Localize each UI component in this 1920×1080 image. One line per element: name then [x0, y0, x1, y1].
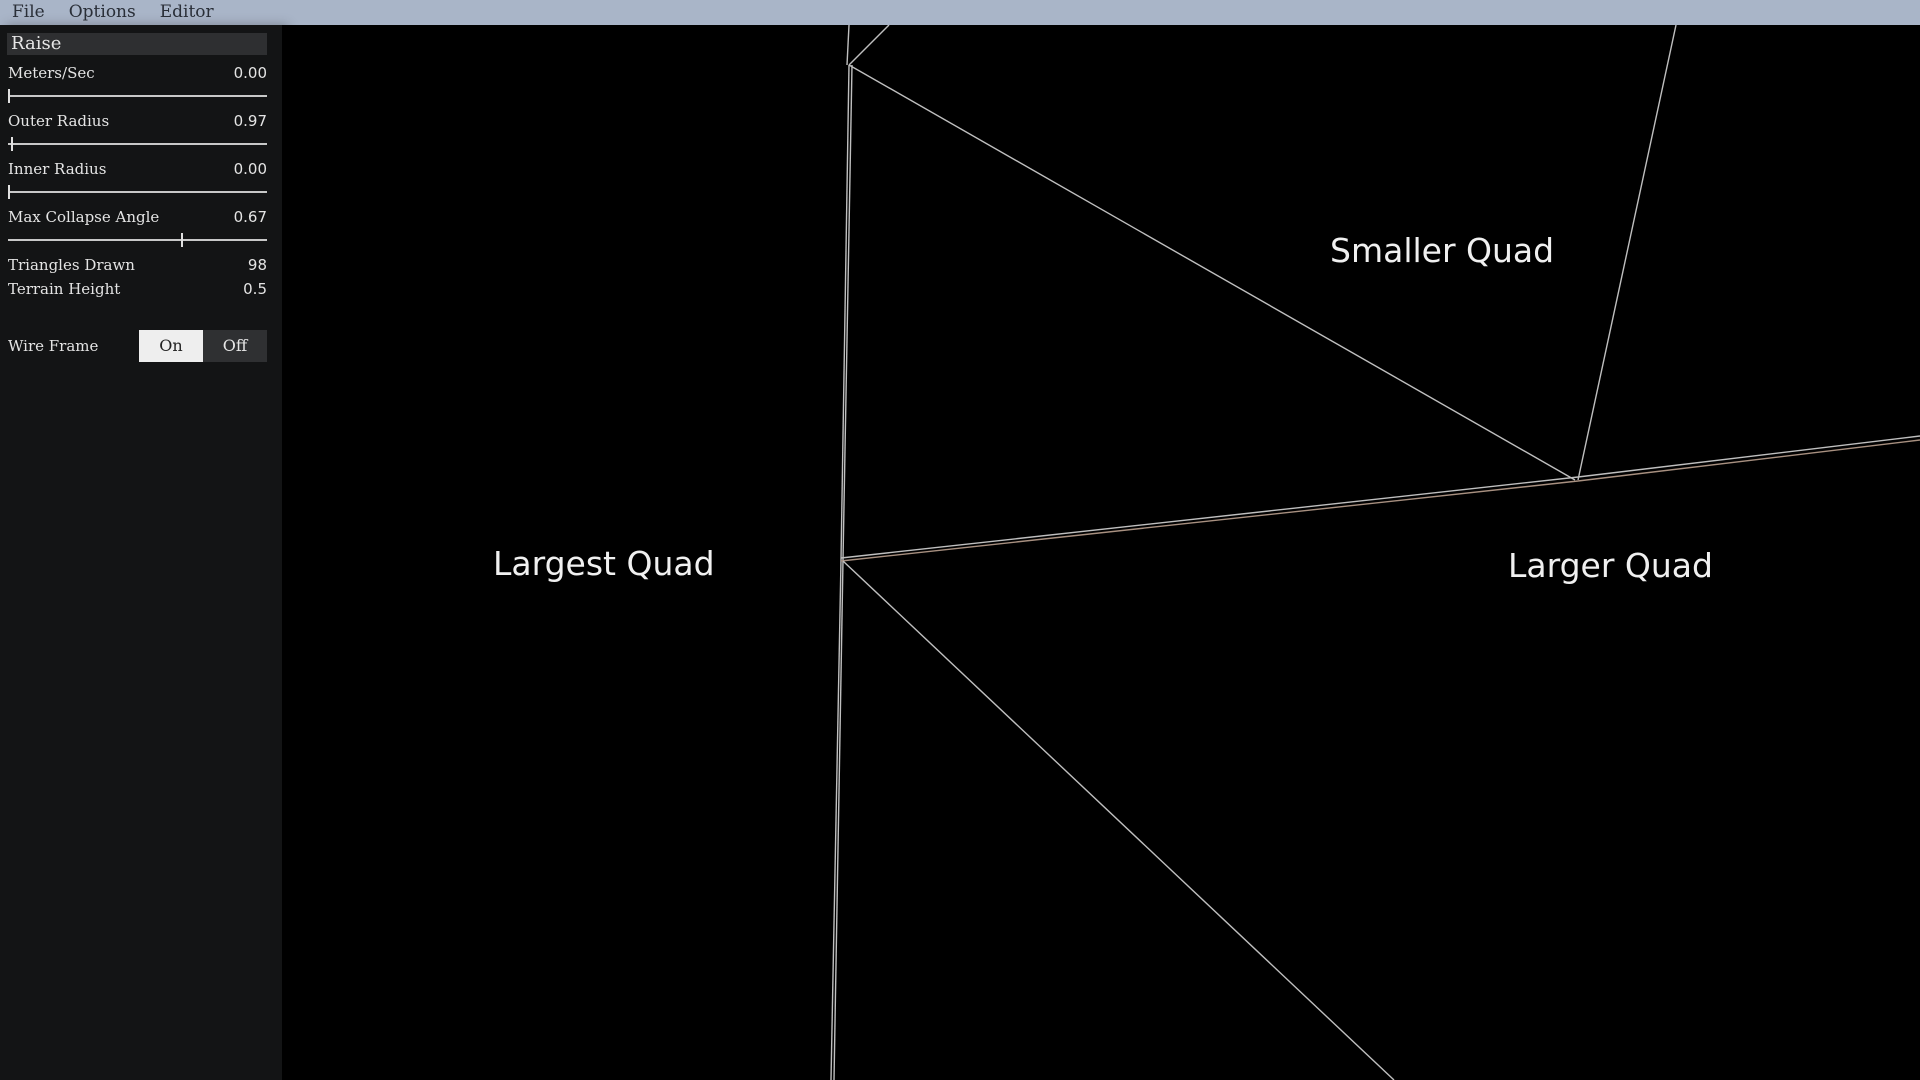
stat-label: Terrain Height: [8, 280, 121, 298]
smaller-quad-label: Smaller Quad: [1330, 231, 1555, 270]
stat-label: Triangles Drawn: [8, 256, 135, 274]
slider-thumb[interactable]: [180, 233, 183, 247]
max-collapse-angle-slider[interactable]: [8, 232, 267, 248]
slider-thumb[interactable]: [8, 89, 10, 103]
slider-row-max-collapse-angle: Max Collapse Angle 0.67: [8, 207, 267, 227]
slider-label: Max Collapse Angle: [8, 208, 160, 226]
meters-sec-slider[interactable]: [8, 88, 267, 104]
larger-quad-label: Larger Quad: [1508, 546, 1713, 585]
slider-row-inner-radius: Inner Radius 0.00: [8, 159, 267, 179]
slider-value: 0.00: [233, 64, 267, 82]
slider-thumb[interactable]: [10, 137, 13, 151]
slider-label: Inner Radius: [8, 160, 107, 178]
largest-quad-label: Largest Quad: [493, 544, 715, 583]
outer-radius-slider[interactable]: [8, 136, 267, 152]
mesh-edge: [840, 476, 1579, 559]
mesh-edge: [840, 480, 1579, 562]
slider-track[interactable]: [8, 143, 267, 145]
inner-radius-slider[interactable]: [8, 184, 267, 200]
terrain-viewport[interactable]: Largest Quad Smaller Quad Larger Quad: [282, 25, 1920, 1080]
stat-value: 0.5: [243, 280, 267, 298]
wireframe-toggle[interactable]: On Off: [139, 330, 267, 362]
mesh-edge: [1577, 25, 1677, 481]
wireframe-label: Wire Frame: [8, 337, 99, 355]
slider-value: 0.97: [233, 112, 267, 130]
menu-bar: File Options Editor: [0, 0, 1920, 25]
mesh-edge: [848, 25, 890, 66]
wireframe-off-button[interactable]: Off: [203, 330, 267, 362]
stat-value: 98: [247, 256, 267, 274]
wireframe-on-button[interactable]: On: [139, 330, 203, 362]
slider-track[interactable]: [8, 191, 267, 193]
menu-editor[interactable]: Editor: [148, 0, 226, 25]
stat-triangles-drawn: Triangles Drawn 98: [8, 255, 267, 275]
mesh-edge: [846, 25, 850, 66]
slider-track[interactable]: [8, 239, 267, 241]
slider-label: Outer Radius: [8, 112, 110, 130]
slider-row-outer-radius: Outer Radius 0.97: [8, 111, 267, 131]
slider-row-meters-sec: Meters/Sec 0.00: [8, 63, 267, 83]
slider-thumb[interactable]: [8, 185, 10, 199]
wireframe-row: Wire Frame On Off: [8, 330, 267, 362]
menu-file[interactable]: File: [0, 0, 57, 25]
stat-terrain-height: Terrain Height 0.5: [8, 279, 267, 299]
mesh-edge: [1577, 439, 1920, 482]
slider-value: 0.00: [233, 160, 267, 178]
slider-label: Meters/Sec: [8, 64, 95, 82]
slider-track[interactable]: [8, 95, 267, 97]
mesh-edge: [1577, 435, 1920, 478]
slider-value: 0.67: [233, 208, 267, 226]
panel-title[interactable]: Raise: [7, 33, 267, 55]
mesh-edge: [848, 64, 1576, 481]
control-panel: Raise Meters/Sec 0.00 Outer Radius 0.97 …: [0, 25, 282, 1080]
mesh-edge: [842, 560, 1395, 1080]
menu-options[interactable]: Options: [57, 0, 148, 25]
